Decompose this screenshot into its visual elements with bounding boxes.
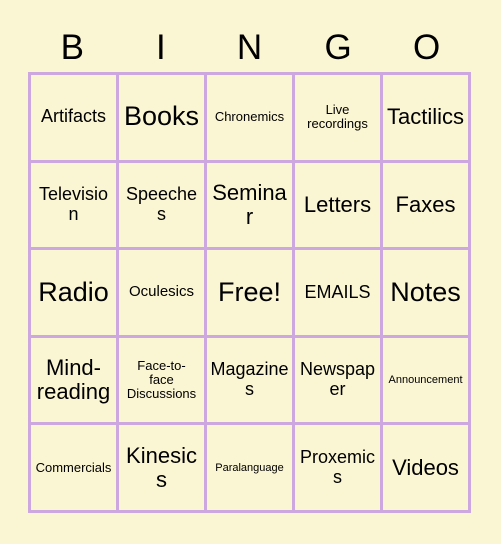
- bingo-cell[interactable]: Letters: [295, 162, 383, 251]
- bingo-cell-label: Paralanguage: [215, 461, 284, 474]
- bingo-cell-label: Commercials: [35, 459, 112, 475]
- bingo-cell-label: Books: [123, 101, 200, 132]
- bingo-cell[interactable]: Oculesics: [119, 250, 207, 338]
- bingo-cell-label: Kinesics: [126, 442, 197, 492]
- bingo-cell[interactable]: Radio: [31, 250, 119, 338]
- bingo-cell-label: Magazines: [210, 359, 289, 400]
- bingo-cell-label: Videos: [392, 454, 459, 480]
- bingo-cell[interactable]: Artifacts: [31, 75, 119, 163]
- bingo-cell[interactable]: Seminar: [207, 162, 295, 251]
- bingo-cell[interactable]: Paralanguage: [207, 425, 295, 513]
- bingo-cell[interactable]: Speeches: [119, 162, 207, 251]
- bingo-cell[interactable]: Chronemics: [207, 75, 295, 163]
- bingo-cell-label: Faxes: [395, 191, 456, 217]
- bingo-cell-label: Proxemics: [299, 446, 375, 487]
- bingo-cell[interactable]: Books: [119, 75, 207, 163]
- bingo-cell-label: Speeches: [125, 184, 198, 224]
- bingo-cell-label: Tactilics: [386, 104, 464, 130]
- bingo-cell-label: Newspaper: [299, 359, 376, 400]
- bingo-header-letter-i: I: [156, 27, 166, 67]
- bingo-cell-label: Television: [38, 184, 109, 224]
- bingo-header-letter-b: B: [60, 27, 84, 67]
- bingo-cell-label: Notes: [390, 276, 461, 307]
- bingo-cell-label: EMAILS: [304, 281, 371, 302]
- bingo-cell[interactable]: Faxes: [383, 162, 471, 251]
- bingo-cell-label: Chronemics: [214, 109, 285, 125]
- bingo-cell-label: Face-to- face Discussions: [126, 357, 197, 402]
- bingo-cell[interactable]: Videos: [383, 425, 471, 513]
- bingo-header-letter-o: O: [413, 27, 441, 67]
- bingo-cell[interactable]: Commercials: [31, 425, 119, 513]
- bingo-cell-label: Oculesics: [128, 283, 195, 301]
- bingo-header-letter-n: N: [236, 27, 263, 67]
- bingo-cell[interactable]: Newspaper: [295, 337, 383, 426]
- bingo-cell-label: Live recordings: [307, 102, 368, 132]
- bingo-cell[interactable]: Announcement: [383, 337, 471, 426]
- bingo-cell-label: Mind- reading: [36, 354, 111, 405]
- bingo-cell-label: Letters: [303, 191, 372, 217]
- bingo-cell[interactable]: Proxemics: [295, 425, 383, 513]
- bingo-cell-label: Seminar: [212, 179, 287, 229]
- bingo-free-cell[interactable]: Free!: [207, 250, 295, 338]
- bingo-cell-label: Free!: [217, 276, 282, 307]
- bingo-cell[interactable]: Face-to- face Discussions: [119, 337, 207, 426]
- bingo-cell-label: Artifacts: [40, 106, 106, 127]
- bingo-cell[interactable]: EMAILS: [295, 250, 383, 338]
- bingo-cell[interactable]: Television: [31, 162, 119, 251]
- bingo-cell[interactable]: Tactilics: [383, 75, 471, 163]
- bingo-cell[interactable]: Magazines: [207, 337, 295, 426]
- bingo-cell[interactable]: Live recordings: [295, 75, 383, 163]
- bingo-cell-label: Radio: [38, 276, 109, 307]
- bingo-cell[interactable]: Notes: [383, 250, 471, 338]
- bingo-card: B I N G O Artifacts Books Chronemics Live r…: [0, 0, 501, 544]
- bingo-cell[interactable]: Kinesics: [119, 425, 207, 513]
- bingo-cell[interactable]: Mind- reading: [31, 337, 119, 426]
- bingo-header-letter-g: G: [324, 27, 352, 67]
- bingo-header: B I N G O: [28, 22, 471, 72]
- bingo-grid: Artifacts Books Chronemics Live recordings T…: [28, 72, 471, 513]
- bingo-cell-label: Announcement: [388, 374, 463, 387]
